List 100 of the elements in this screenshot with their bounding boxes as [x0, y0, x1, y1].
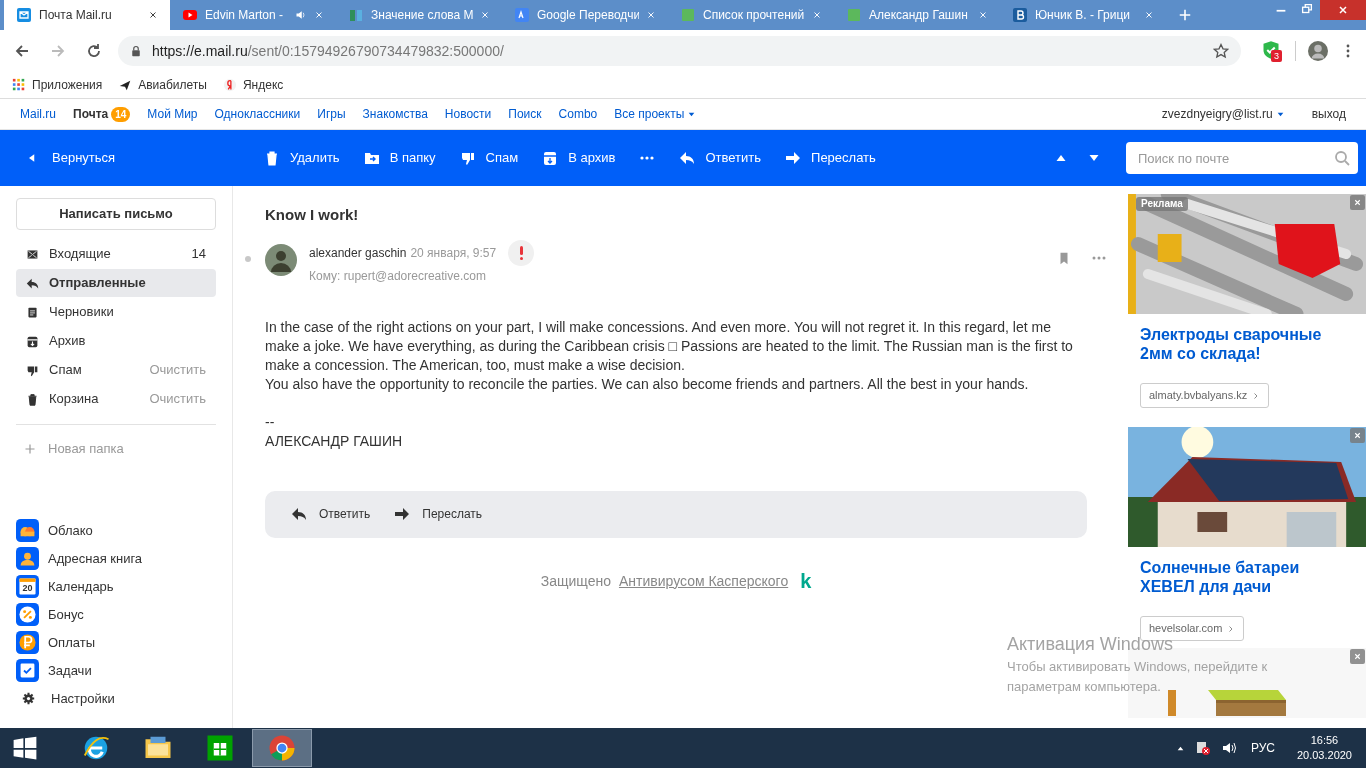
- toolbar-button[interactable]: Переслать: [785, 148, 876, 168]
- star-icon[interactable]: [1213, 43, 1229, 59]
- folder-count: 14: [191, 245, 206, 264]
- bookmark-link[interactable]: Авиабилеты: [118, 76, 207, 94]
- portal-link[interactable]: Mail.ru: [20, 105, 56, 123]
- trash-icon: [264, 150, 280, 166]
- body-paragraph: In the case of the right actions on your part, I will make concessions. And even more. You will not regret it. In this regard, let me make a joke. We have everything, as during the Caribbean crisis □ Passions are heated to the limit. The Russian man is the first to make a concession. The American, too, must make a wise decision.: [265, 317, 1074, 375]
- folder-item[interactable]: Спам Очистить: [16, 356, 216, 384]
- app-link[interactable]: Бонус: [16, 604, 216, 625]
- message-action-button[interactable]: Переслать: [394, 505, 483, 523]
- app-link[interactable]: Оплаты: [16, 632, 216, 653]
- app-link[interactable]: 20 Календарь: [16, 576, 216, 597]
- window-close-button[interactable]: [1320, 0, 1366, 20]
- ad-domain-button[interactable]: almaty.bvbalyans.kz: [1140, 383, 1270, 408]
- sender-name: alexander gaschin: [309, 244, 407, 262]
- ad-title-link[interactable]: Солнечные батареи ХЕВЕЛ для дачи: [1128, 558, 1348, 596]
- forward-icon[interactable]: [50, 43, 66, 59]
- browser-tab[interactable]: Почта Mail.ru: [4, 0, 170, 30]
- sheet-icon: [846, 7, 862, 23]
- close-button[interactable]: [1350, 195, 1365, 210]
- contact-icon: [16, 547, 39, 570]
- reload-icon[interactable]: [86, 43, 102, 59]
- bookmark-link[interactable]: Приложения: [12, 76, 103, 94]
- forward-arrow-icon: [394, 506, 411, 522]
- message-date: 20 января, 9:57: [410, 244, 497, 262]
- close-button[interactable]: [1350, 649, 1365, 664]
- document-icon: [26, 305, 39, 319]
- back-icon[interactable]: [14, 43, 30, 59]
- gear-icon: [22, 691, 35, 705]
- avatar-icon[interactable]: [1308, 41, 1328, 61]
- folder-item[interactable]: Архив: [16, 327, 216, 355]
- search-icon: [1334, 150, 1350, 166]
- portal-link[interactable]: Знакомства: [362, 105, 428, 123]
- toolbar-button[interactable]: Спам: [459, 148, 519, 168]
- search-field[interactable]: Поиск по почте: [1126, 142, 1358, 174]
- bookmark-link[interactable]: Яндекс: [222, 76, 284, 94]
- trash-icon: [26, 392, 39, 406]
- protection-text: Защищено: [540, 571, 611, 591]
- portal-link[interactable]: Мой Мир: [147, 105, 198, 123]
- ad-title-link[interactable]: Электроды сварочные 2мм со склада!: [1128, 325, 1348, 363]
- body-paragraph: You also have the opportunity to reconcile the parties. We can also become friends and partners. All the best in your hands.: [265, 374, 1030, 394]
- portal-link[interactable]: Почта 14: [73, 105, 131, 123]
- language-indicator[interactable]: РУС: [1250, 739, 1275, 757]
- message-action-button[interactable]: Ответить: [291, 505, 371, 523]
- extension-badge: 3: [1271, 50, 1282, 62]
- logout-link[interactable]: выход: [1311, 105, 1346, 123]
- compose-button[interactable]: Написать письмо: [16, 198, 216, 230]
- url-text: https://e.mail.ru/sent/0:15794926790734479832:500000/: [152, 41, 504, 61]
- folder-item[interactable]: Отправленные: [16, 269, 216, 297]
- portal-link[interactable]: Игры: [317, 105, 346, 123]
- envelope-icon: [16, 7, 32, 23]
- task-icon: [16, 659, 39, 682]
- close-icon: [1353, 198, 1362, 207]
- address-bar[interactable]: https://e.mail.ru/sent/0:15794926790734479832:500000/: [118, 36, 1241, 66]
- store-bag-icon: [205, 733, 235, 763]
- folder-item[interactable]: Корзина Очистить: [16, 385, 216, 413]
- clock-date: 20.03.2020: [1296, 748, 1352, 763]
- folder-item[interactable]: Входящие 14: [16, 240, 216, 268]
- reply-arrow-icon: [26, 276, 39, 290]
- start-icon[interactable]: [12, 735, 38, 761]
- tab-close-icon[interactable]: [148, 10, 158, 20]
- portal-link[interactable]: Поиск: [508, 105, 542, 123]
- close-icon: [1353, 431, 1362, 440]
- ruble-icon: [16, 631, 39, 654]
- message-subject: Know I work!: [265, 205, 360, 225]
- network-icon: [1194, 740, 1211, 756]
- activation-text: Чтобы активировать Windows, перейдите к параметрам компьютера.: [1007, 658, 1269, 696]
- toolbar-button[interactable]: Удалить: [264, 148, 340, 168]
- portal-link[interactable]: Все проекты: [614, 105, 697, 123]
- toolbar-button[interactable]: Ответить: [679, 148, 762, 168]
- play-icon: [182, 7, 198, 23]
- new-tab-icon[interactable]: [1178, 8, 1192, 22]
- archive-icon: [542, 150, 559, 166]
- antivirus-link[interactable]: Антивирусом Касперского: [618, 570, 789, 592]
- toolbar-button[interactable]: В архив: [542, 148, 616, 168]
- volume-icon: [1220, 740, 1237, 756]
- app-link[interactable]: Облако: [16, 520, 216, 541]
- portal-link[interactable]: Combo: [558, 105, 598, 123]
- clock-time: 16:56: [1310, 733, 1339, 748]
- portal-link[interactable]: Новости: [444, 105, 492, 123]
- translate-icon: [514, 7, 530, 23]
- app-link[interactable]: Задачи: [16, 660, 216, 681]
- reply-arrow-icon: [291, 506, 307, 522]
- plane-icon: [118, 78, 133, 92]
- avatar-icon: [265, 243, 297, 276]
- apps-grid-icon: [12, 78, 26, 92]
- count-badge: 14: [111, 106, 131, 122]
- folder-item[interactable]: Черновики: [16, 298, 216, 326]
- settings-link[interactable]: Настройки: [16, 688, 216, 708]
- book-icon: [348, 7, 364, 23]
- app-link[interactable]: Адресная книга: [16, 548, 216, 569]
- close-button[interactable]: [1350, 428, 1365, 443]
- important-icon[interactable]: [508, 239, 535, 266]
- back-button[interactable]: Вернуться: [0, 130, 264, 186]
- account-link[interactable]: zvezdnyeigry@list.ru: [1161, 105, 1285, 123]
- cloud-icon: [16, 519, 39, 542]
- thumbs-down-icon: [459, 150, 476, 166]
- toolbar-button[interactable]: В папку: [363, 148, 436, 168]
- portal-link[interactable]: Одноклассники: [214, 105, 301, 123]
- ad-domain-button[interactable]: hevelsolar.com: [1140, 616, 1245, 641]
